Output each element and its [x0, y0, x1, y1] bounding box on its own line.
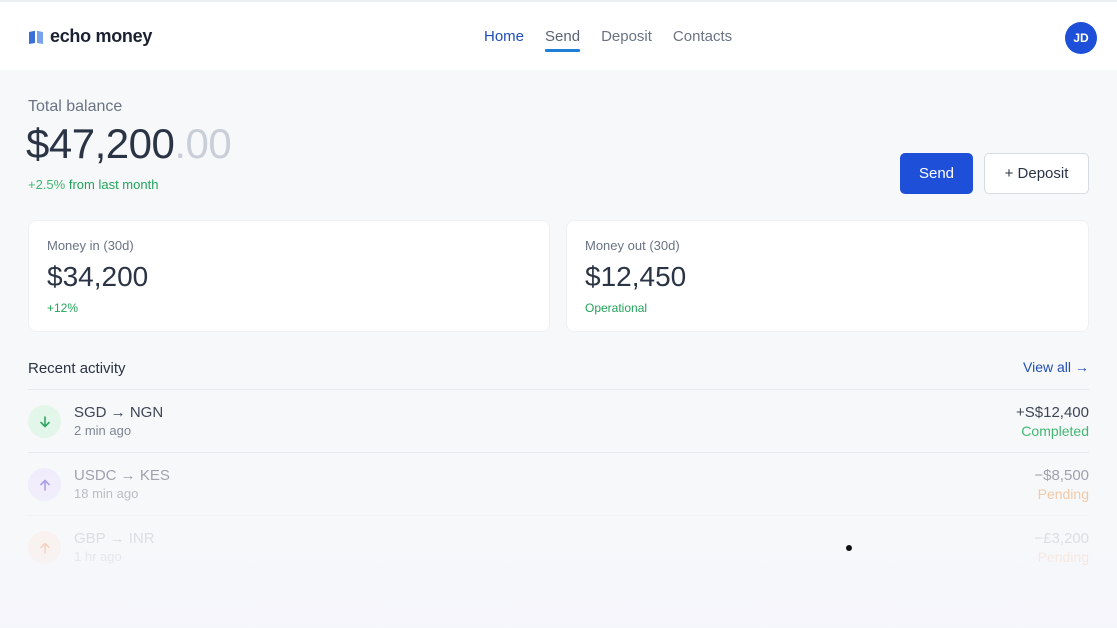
balance-label: Total balance	[28, 98, 123, 115]
balance-change: +2.5% from last month	[28, 177, 158, 192]
balance-amount: $47,200.00	[26, 120, 232, 168]
app-window: echo money Home Send Deposit Contacts JD…	[0, 0, 1117, 628]
money-in-label: Money in (30d)	[47, 238, 134, 253]
top-navigation-bar: echo money Home Send Deposit Contacts JD	[0, 0, 1117, 70]
nav-contacts[interactable]: Contacts	[673, 28, 732, 45]
nav-home[interactable]: Home	[484, 28, 524, 45]
money-out-card: Money out (30d) $12,450 Operational	[566, 220, 1089, 332]
activity-row[interactable]: USDC → KES 18 min ago −$8,500 Pending	[28, 467, 1089, 530]
activity-pair: USDC → KES	[74, 467, 170, 484]
money-in-change: +12%	[47, 301, 79, 315]
book-open-icon	[29, 30, 43, 44]
brand-logo[interactable]: echo money	[28, 26, 152, 47]
balance-whole: $47,200	[26, 120, 175, 167]
activity-status: Pending	[1037, 486, 1089, 502]
money-out-status: Operational	[585, 301, 648, 315]
recent-activity-title: Recent activity	[28, 360, 126, 377]
balance-change-percent: +2.5%	[28, 177, 66, 192]
activity-status: Completed	[1021, 423, 1089, 439]
user-avatar[interactable]: JD	[1065, 22, 1097, 54]
activity-row[interactable]: GBP → INR 1 hr ago −£3,200 Pending	[28, 530, 1089, 593]
money-in-card: Money in (30d) $34,200 +12%	[28, 220, 550, 332]
brand-name: echo money	[50, 26, 153, 46]
money-in-value: $34,200	[47, 261, 149, 292]
activity-time: 1 hr ago	[74, 549, 122, 564]
money-out-value: $12,450	[585, 261, 687, 292]
arrow-down-icon	[28, 405, 61, 438]
money-out-label: Money out (30d)	[585, 238, 680, 253]
send-button[interactable]: Send	[900, 153, 973, 194]
nav-send[interactable]: Send	[545, 28, 581, 52]
activity-time: 18 min ago	[74, 486, 139, 501]
arrow-up-icon	[28, 531, 61, 564]
activity-pair: SGD → NGN	[74, 404, 164, 421]
balance-change-text: from last month	[65, 177, 159, 192]
arrow-up-icon	[28, 468, 61, 501]
activity-divider	[28, 452, 1089, 453]
activity-divider	[28, 389, 1089, 390]
mouse-cursor	[846, 545, 852, 551]
activity-pair: GBP → INR	[74, 530, 155, 547]
activity-amount: +S$12,400	[1016, 404, 1089, 421]
activity-divider	[28, 515, 1089, 516]
main-nav: Home Send Deposit Contacts	[484, 28, 732, 52]
view-all-link[interactable]: View all →	[1023, 359, 1089, 375]
deposit-button[interactable]: + Deposit	[984, 153, 1089, 194]
activity-status: Pending	[1037, 549, 1089, 565]
activity-time: 2 min ago	[74, 423, 132, 438]
balance-cents: .00	[174, 120, 232, 167]
activity-row[interactable]: SGD → NGN 2 min ago +S$12,400 Completed	[28, 404, 1089, 467]
activity-amount: −£3,200	[1034, 530, 1089, 547]
activity-amount: −$8,500	[1034, 467, 1089, 484]
nav-deposit[interactable]: Deposit	[601, 28, 652, 45]
